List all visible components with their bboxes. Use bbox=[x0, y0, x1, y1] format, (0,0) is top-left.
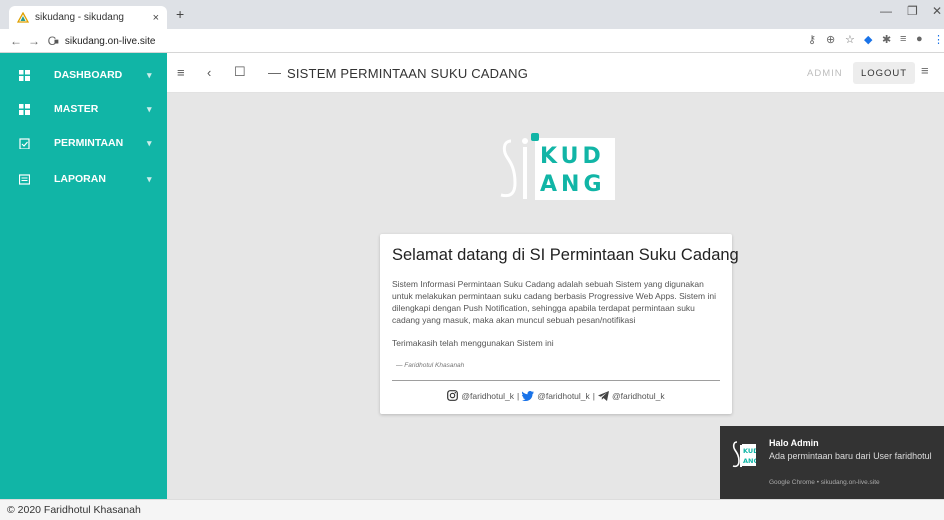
url-text: sikudang.on-live.site bbox=[64, 35, 156, 47]
twitter-handle: @faridhotul_k bbox=[537, 390, 590, 401]
maximize-icon[interactable]: ❐ bbox=[907, 4, 918, 18]
card-thanks: Terimakasih telah menggunakan Sistem ini bbox=[392, 338, 554, 348]
minimize-icon[interactable]: — bbox=[880, 4, 892, 18]
notification-title: Halo Admin bbox=[769, 438, 819, 448]
dash-separator: — bbox=[268, 65, 281, 80]
card-description: Sistem Informasi Permintaan Suku Cadang … bbox=[392, 279, 716, 325]
notification-source: Google Chrome • sikudang.on-live.site bbox=[769, 479, 880, 486]
sidebar-item-dashboard[interactable]: DASHBOARD ▾ bbox=[0, 65, 167, 85]
extensions-puzzle-icon[interactable]: ✱ bbox=[882, 33, 891, 46]
app-header: ≡ ‹ ☐ — SISTEM PERMINTAAN SUKU CADANG AD… bbox=[167, 53, 944, 93]
grid-icon bbox=[19, 103, 30, 115]
telegram-link[interactable]: @faridhotul_k bbox=[598, 390, 665, 401]
tab-title: sikudang - sikudang bbox=[35, 12, 124, 23]
chevron-down-icon: ▾ bbox=[147, 137, 152, 148]
sidebar-item-label: PERMINTAAN bbox=[54, 137, 124, 149]
browser-tabstrip: sikudang - sikudang × + — ❐ ✕ bbox=[0, 0, 944, 29]
divider bbox=[392, 380, 720, 381]
page-title: SISTEM PERMINTAAN SUKU CADANG bbox=[287, 66, 529, 81]
chevron-down-icon: ▾ bbox=[147, 69, 152, 80]
logo-text-box: KUD ANG bbox=[531, 133, 615, 200]
browser-toolbar: ← → C ■ sikudang.on-live.site ⚷ ⊕ ☆ ◆ ✱ … bbox=[0, 29, 944, 53]
twitter-link[interactable]: @faridhotul_k bbox=[522, 390, 590, 401]
close-window-icon[interactable]: ✕ bbox=[932, 4, 942, 18]
notification-logo-icon: KUD ANG bbox=[732, 441, 756, 468]
address-bar[interactable]: ■ sikudang.on-live.site bbox=[54, 32, 155, 50]
logo-pin-icon bbox=[531, 133, 539, 141]
chevron-down-icon: ▾ bbox=[147, 103, 152, 114]
logout-button[interactable]: LOGOUT bbox=[853, 62, 915, 84]
card-signature: — Faridhotul Khasanah bbox=[396, 362, 465, 369]
forward-icon[interactable]: → bbox=[28, 34, 40, 48]
chevron-down-icon: ▾ bbox=[147, 173, 152, 184]
logo-line-1: KUD bbox=[540, 144, 605, 169]
media-icon[interactable]: ≡ bbox=[900, 33, 906, 45]
key-icon[interactable]: ⚷ bbox=[808, 33, 816, 46]
separator: | bbox=[516, 390, 520, 401]
sidebar-item-label: LAPORAN bbox=[54, 173, 106, 185]
sidebar-item-master[interactable]: MASTER ▾ bbox=[0, 99, 167, 119]
menu-dots-icon[interactable]: ⋮ bbox=[933, 33, 944, 46]
extension-icon[interactable]: ◆ bbox=[864, 33, 872, 46]
back-icon[interactable]: ← bbox=[10, 34, 22, 48]
lock-icon: ■ bbox=[54, 36, 59, 46]
twitter-icon bbox=[522, 390, 535, 401]
welcome-card: Selamat datang di SI Permintaan Suku Cad… bbox=[380, 234, 739, 414]
sidebar-toggle-icon[interactable]: ≡ bbox=[177, 65, 185, 80]
svg-text:ANG: ANG bbox=[743, 457, 756, 465]
svg-text:KUD: KUD bbox=[743, 447, 756, 455]
menu-icon[interactable]: ≡ bbox=[921, 63, 929, 78]
separator: | bbox=[592, 390, 595, 401]
bookmark-star-icon[interactable]: ☆ bbox=[845, 33, 855, 46]
sidebar-item-label: MASTER bbox=[54, 103, 99, 115]
instagram-handle: @faridhotul_k bbox=[461, 390, 514, 401]
footer: © 2020 Faridhotul Khasanah bbox=[0, 499, 944, 520]
push-notification[interactable]: KUD ANG Halo Admin Ada permintaan baru d… bbox=[720, 426, 944, 499]
telegram-icon bbox=[598, 390, 609, 401]
zoom-icon[interactable]: ⊕ bbox=[826, 33, 835, 46]
dashboard-icon bbox=[19, 69, 30, 81]
sidebar-item-laporan[interactable]: LAPORAN ▾ bbox=[0, 169, 167, 189]
app-logo: KUD ANG bbox=[497, 133, 617, 203]
social-links: @faridhotul_k | @faridhotul_k | @faridho… bbox=[380, 390, 732, 401]
instagram-icon bbox=[447, 390, 459, 401]
report-icon bbox=[19, 173, 30, 185]
back-arrow-icon[interactable]: ‹ bbox=[207, 65, 211, 80]
logo-line-2: ANG bbox=[540, 172, 606, 197]
fullscreen-icon[interactable]: ☐ bbox=[234, 64, 246, 80]
telegram-handle: @faridhotul_k bbox=[612, 390, 665, 401]
user-label: ADMIN bbox=[807, 68, 843, 79]
sidebar: DASHBOARD ▾ MASTER ▾ PERMINTAAN ▾ LAPORA… bbox=[0, 53, 167, 499]
new-tab-button[interactable]: + bbox=[176, 6, 184, 22]
card-title: Selamat datang di SI Permintaan Suku Cad… bbox=[392, 246, 739, 264]
clipboard-check-icon bbox=[19, 137, 30, 149]
sidebar-item-label: DASHBOARD bbox=[54, 69, 123, 81]
notification-message: Ada permintaan baru dari User faridhotul bbox=[769, 451, 932, 461]
footer-copyright: © 2020 Faridhotul Khasanah bbox=[7, 504, 141, 516]
profile-avatar-icon[interactable]: ● bbox=[916, 33, 923, 45]
tab-close-icon[interactable]: × bbox=[153, 12, 159, 24]
sidebar-item-permintaan[interactable]: PERMINTAAN ▾ bbox=[0, 133, 167, 153]
browser-tab[interactable]: sikudang - sikudang × bbox=[9, 6, 167, 29]
favicon-icon bbox=[17, 12, 29, 23]
instagram-link[interactable]: @faridhotul_k bbox=[447, 390, 514, 401]
